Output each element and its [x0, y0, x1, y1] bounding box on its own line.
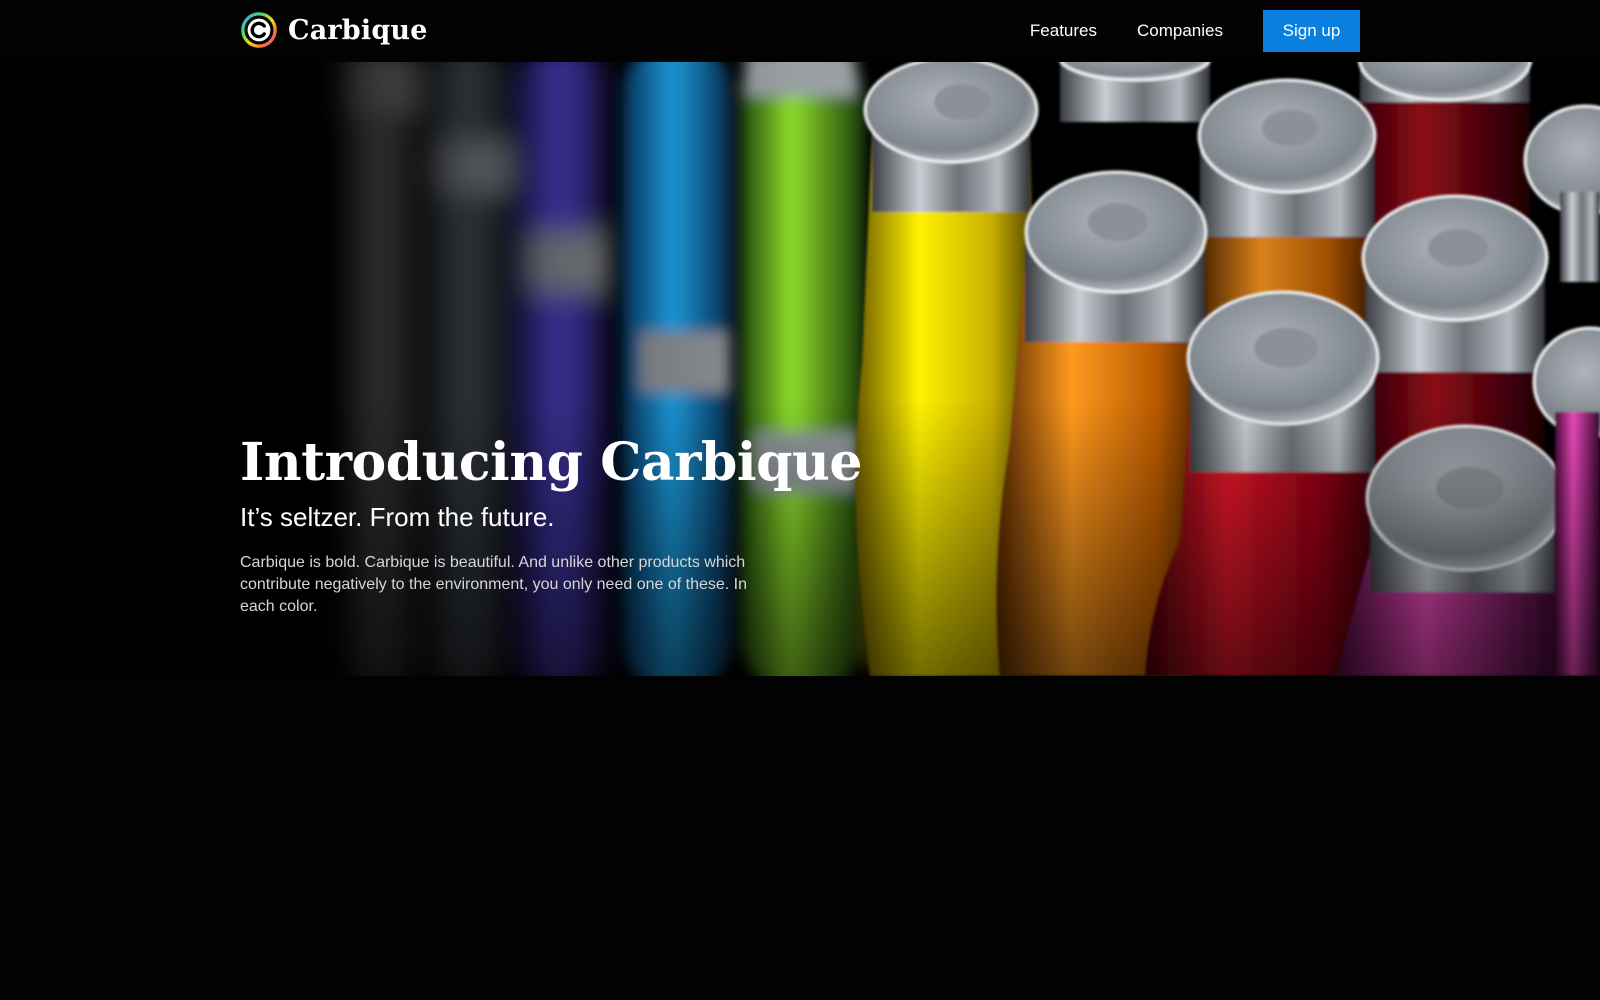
brand-logo[interactable]: Carbique	[240, 10, 428, 50]
main-nav: Features Companies Sign up	[1030, 10, 1360, 52]
page-background-below-hero	[0, 676, 1600, 1000]
sign-up-button[interactable]: Sign up	[1263, 10, 1360, 52]
hero-title: Introducing Carbique	[240, 432, 862, 493]
hero-copy: Introducing Carbique It’s seltzer. From …	[240, 432, 862, 618]
top-navigation-bar: Carbique Features Companies Sign up	[0, 0, 1600, 62]
hero-body-text: Carbique is bold. Carbique is beautiful.…	[240, 554, 747, 615]
hero-subtitle: It’s seltzer. From the future.	[240, 502, 555, 532]
nav-link-features[interactable]: Features	[1030, 21, 1097, 41]
rainbow-ring-c-logo-icon	[241, 12, 277, 48]
nav-link-companies[interactable]: Companies	[1137, 21, 1223, 41]
brand-name: Carbique	[288, 14, 428, 46]
hero-section: Introducing Carbique It’s seltzer. From …	[0, 62, 1600, 676]
